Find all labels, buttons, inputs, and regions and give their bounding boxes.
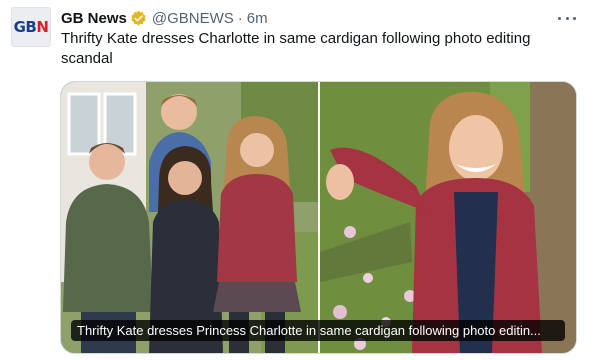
tweet-header: GB News @GBNEWS · 6m <box>61 7 268 29</box>
family-photo[interactable] <box>61 82 318 353</box>
tweet-media[interactable]: Thrifty Kate dresses Princess Charlotte … <box>60 81 577 354</box>
display-name[interactable]: GB News <box>61 10 127 27</box>
timestamp[interactable]: 6m <box>247 10 268 27</box>
tweet-text: Thrifty Kate dresses Charlotte in same c… <box>61 30 531 67</box>
avatar[interactable]: GBN <box>11 7 51 47</box>
media-caption-bar: Thrifty Kate dresses Princess Charlotte … <box>71 320 565 341</box>
handle[interactable]: @GBNEWS <box>152 10 234 27</box>
charlotte-portrait[interactable] <box>320 82 576 353</box>
gb-news-logo: GBN <box>13 18 49 36</box>
more-options-icon[interactable] <box>558 9 576 27</box>
verified-badge-icon[interactable] <box>130 10 147 27</box>
tweet-card[interactable]: GBN GB News @GBNEWS · 6m Thrifty Kate dr… <box>0 0 591 360</box>
separator-dot: · <box>237 9 243 27</box>
media-caption: Thrifty Kate dresses Princess Charlotte … <box>77 323 541 338</box>
